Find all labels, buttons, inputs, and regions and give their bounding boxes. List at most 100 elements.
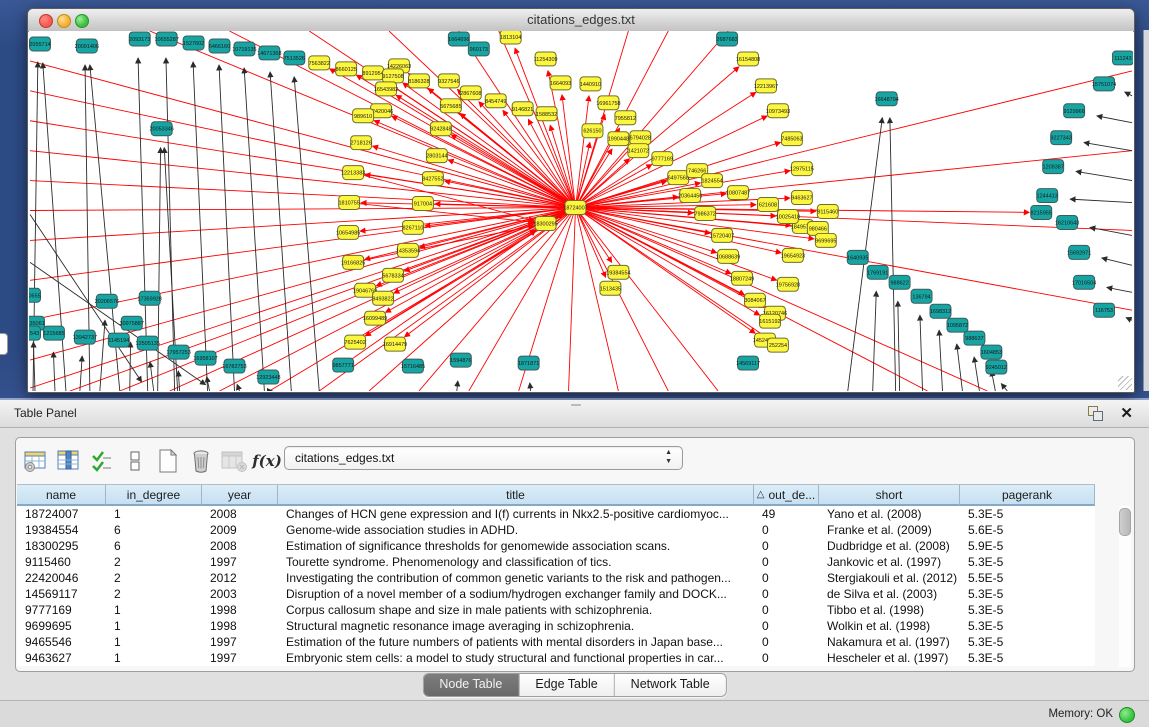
table-tabs: Node Table Edge Table Network Table bbox=[422, 673, 726, 697]
node-label: 1421072 bbox=[628, 149, 649, 155]
node-label: 8186328 bbox=[408, 79, 429, 85]
table-row[interactable]: 1830029562008Estimation of significance … bbox=[17, 538, 1095, 554]
cell-out_degree: 0 bbox=[754, 570, 819, 586]
table-row[interactable]: 911546021997Tourette syndrome. Phenomeno… bbox=[17, 554, 1095, 570]
cell-short: Wolkin et al. (1998) bbox=[819, 618, 960, 634]
table-selector-combobox[interactable]: citations_edges.txt ▲▼ bbox=[284, 446, 683, 470]
row-height-icon[interactable] bbox=[120, 446, 150, 476]
node-label: 9493822 bbox=[372, 296, 393, 302]
cell-pagerank: 5.3E-5 bbox=[960, 618, 1095, 634]
float-panel-icon[interactable] bbox=[1088, 406, 1103, 421]
node-label: 2520655 bbox=[29, 293, 41, 299]
select-all-checklist-icon[interactable] bbox=[87, 446, 117, 476]
node-label: 621608 bbox=[759, 203, 777, 209]
node-label: 16958107 bbox=[193, 356, 217, 362]
cell-short: Nakamura et al. (1997) bbox=[819, 634, 960, 650]
delete-attribute-icon[interactable] bbox=[186, 446, 216, 476]
cell-in_degree: 2 bbox=[106, 570, 202, 586]
create-table-icon[interactable] bbox=[153, 446, 183, 476]
combo-arrows-icon: ▲▼ bbox=[665, 448, 672, 466]
node-label: 30975887 bbox=[120, 321, 144, 327]
node-label: 9227343 bbox=[1051, 136, 1072, 142]
memory-status-label: Memory: OK bbox=[1048, 708, 1113, 720]
node-label: 10688639 bbox=[716, 254, 740, 260]
cell-in_degree: 6 bbox=[106, 538, 202, 554]
network-window[interactable]: citations_edges.txt 20557142009140620931… bbox=[27, 8, 1135, 393]
scrollbar-thumb[interactable] bbox=[1119, 508, 1131, 536]
column-header-pagerank[interactable]: pagerank bbox=[960, 484, 1095, 506]
node-label: 917004 bbox=[414, 202, 432, 208]
split-pane-handle[interactable] bbox=[571, 400, 581, 406]
node-label: 1604853 bbox=[981, 350, 1002, 356]
column-header-out_degree[interactable]: △out_de... bbox=[754, 484, 819, 506]
table-row[interactable]: 2242004622012Investigating the contribut… bbox=[17, 570, 1095, 586]
attribute-table-settings-icon[interactable] bbox=[21, 446, 51, 476]
node-label: 1513435 bbox=[600, 286, 621, 292]
cell-pagerank: 5.3E-5 bbox=[960, 634, 1095, 650]
cell-pagerank: 5.9E-5 bbox=[960, 538, 1095, 554]
column-header-in_degree[interactable]: in_degree bbox=[106, 484, 202, 506]
node-label: 15692971 bbox=[1067, 250, 1091, 256]
node-label: 3084067 bbox=[744, 298, 765, 304]
node-label: 16782753 bbox=[222, 364, 246, 370]
node-label: 1640935 bbox=[847, 255, 868, 261]
vertical-scrollbar[interactable] bbox=[1119, 506, 1131, 667]
cell-year: 1998 bbox=[202, 618, 278, 634]
cell-in_degree: 1 bbox=[106, 506, 202, 522]
function-builder-icon[interactable]: f(x) bbox=[252, 446, 282, 476]
node-label: 16099489 bbox=[363, 316, 387, 322]
window-titlebar[interactable]: citations_edges.txt bbox=[28, 9, 1134, 32]
column-header-short[interactable]: short bbox=[819, 484, 960, 506]
tab-network-table[interactable]: Network Table bbox=[615, 674, 726, 696]
column-header-title[interactable]: title bbox=[278, 484, 754, 506]
cell-out_degree: 0 bbox=[754, 554, 819, 570]
node-label: 19654923 bbox=[781, 253, 805, 259]
close-panel-icon[interactable]: ✕ bbox=[1120, 404, 1133, 422]
cell-year: 1997 bbox=[202, 554, 278, 570]
node-label: 9857771 bbox=[333, 363, 354, 369]
node-label: 12923448 bbox=[256, 375, 280, 381]
cell-year: 2003 bbox=[202, 586, 278, 602]
cell-title: Corpus callosum shape and size in male p… bbox=[278, 602, 754, 618]
cell-pagerank: 5.6E-5 bbox=[960, 522, 1095, 538]
cell-out_degree: 0 bbox=[754, 618, 819, 634]
node-label: 1824554 bbox=[701, 179, 722, 185]
cell-name: 22420046 bbox=[17, 570, 106, 586]
table-row[interactable]: 1872400712008Changes of HCN gene express… bbox=[17, 506, 1095, 522]
node-label: 6794028 bbox=[630, 136, 651, 142]
table-row[interactable]: 946362711997Embryonic stem cells: a mode… bbox=[17, 650, 1095, 666]
cell-out_degree: 0 bbox=[754, 538, 819, 554]
node-label: 2803144 bbox=[426, 154, 447, 160]
tab-edge-table[interactable]: Edge Table bbox=[519, 674, 614, 696]
node-label: 9463627 bbox=[791, 196, 812, 202]
select-column-icon[interactable] bbox=[54, 446, 84, 476]
network-canvas[interactable]: 2055714200914062093173106552871527602646… bbox=[29, 31, 1133, 391]
node-label: 111243 bbox=[1114, 56, 1131, 62]
table-row[interactable]: 977716911998Corpus callosum shape and si… bbox=[17, 602, 1095, 618]
cell-name: 14569117 bbox=[17, 586, 106, 602]
table-row[interactable]: 946554611997Estimation of the future num… bbox=[17, 634, 1095, 650]
table-panel-header: Table Panel ✕ bbox=[0, 400, 1149, 428]
cell-name: 9465546 bbox=[17, 634, 106, 650]
resize-grip-icon[interactable] bbox=[1118, 376, 1132, 390]
cell-name: 18724007 bbox=[17, 506, 106, 522]
node-label: 9327546 bbox=[438, 79, 459, 85]
node-label: 6466160 bbox=[209, 44, 230, 50]
node-label: 20091406 bbox=[75, 44, 99, 50]
column-header-name[interactable]: name bbox=[17, 484, 106, 506]
cell-short: Tibbo et al. (1998) bbox=[819, 602, 960, 618]
cell-short: de Silva et al. (2003) bbox=[819, 586, 960, 602]
node-label: 136794 bbox=[912, 294, 930, 300]
node-label: 989610 bbox=[354, 114, 372, 120]
table-row[interactable]: 1938455462009Genome-wide association stu… bbox=[17, 522, 1095, 538]
cell-out_degree: 49 bbox=[754, 506, 819, 522]
column-header-year[interactable]: year bbox=[202, 484, 278, 506]
tab-node-table[interactable]: Node Table bbox=[423, 674, 519, 696]
table-row[interactable]: 1456911722003Disruption of a novel membe… bbox=[17, 586, 1095, 602]
node-label: 16154808 bbox=[736, 57, 760, 63]
table-row[interactable]: 969969511998Structural magnetic resonanc… bbox=[17, 618, 1095, 634]
cell-title: Genome-wide association studies in ADHD. bbox=[278, 522, 754, 538]
memory-ok-indicator-icon[interactable] bbox=[1119, 707, 1135, 723]
network-graph[interactable]: 2055714200914062093173106552871527602646… bbox=[29, 31, 1133, 391]
cell-year: 1997 bbox=[202, 634, 278, 650]
